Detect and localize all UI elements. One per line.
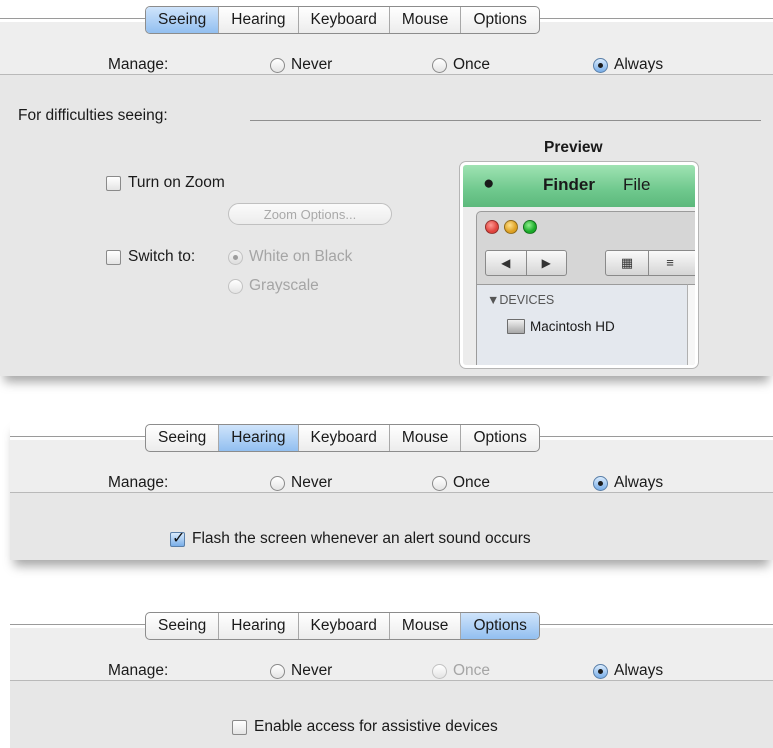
checkbox-icon (106, 249, 121, 265)
manage-label: Manage: (108, 474, 169, 491)
checkbox-icon (106, 175, 121, 191)
assistive-devices-label: Enable access for assistive devices (254, 718, 498, 735)
manage-once-radio[interactable]: Once (432, 662, 490, 680)
radio-button-icon (270, 663, 285, 679)
manage-label: Manage: (108, 56, 169, 73)
forward-icon: ▶ (525, 251, 567, 275)
traffic-lights (485, 220, 537, 234)
preview-title: Preview (544, 139, 603, 156)
grayscale-radio[interactable]: Grayscale (228, 277, 319, 295)
radio-button-selected-icon (228, 249, 243, 265)
grayscale-label: Grayscale (249, 277, 319, 294)
manage-never-label: Never (291, 474, 333, 491)
radio-button-selected-icon (593, 57, 608, 73)
tab-options[interactable]: Options (460, 613, 539, 639)
tab-bar: Seeing Hearing Keyboard Mouse Options (145, 6, 540, 34)
radio-button-icon (432, 663, 447, 679)
checkbox-icon (232, 719, 247, 735)
turn-on-zoom-label: Turn on Zoom (128, 174, 225, 191)
manage-always-radio[interactable]: Always (593, 474, 663, 492)
zoom-icon (523, 220, 537, 234)
radio-button-selected-icon (593, 663, 608, 679)
white-on-black-radio[interactable]: White on Black (228, 248, 352, 266)
radio-button-icon (432, 475, 447, 491)
minimize-icon (504, 220, 518, 234)
manage-never-label: Never (291, 662, 333, 679)
tab-seeing[interactable]: Seeing (146, 7, 219, 33)
hard-drive-icon (507, 319, 525, 334)
tab-seeing[interactable]: Seeing (146, 613, 218, 639)
flash-screen-checkbox[interactable]: Flash the screen whenever an alert sound… (170, 528, 531, 548)
options-panel: Seeing Hearing Keyboard Mouse Options Ma… (10, 606, 773, 748)
manage-always-label: Always (614, 662, 664, 679)
tab-bar: Seeing Hearing Keyboard Mouse Options (145, 424, 540, 452)
macintosh-hd-item: Macintosh HD (507, 319, 615, 334)
turn-on-zoom-checkbox[interactable]: Turn on Zoom (106, 174, 225, 192)
back-icon: ◀ (501, 256, 511, 270)
icon-view-icon: ▦ (620, 255, 634, 270)
manage-once-radio[interactable]: Once (432, 56, 490, 74)
assistive-devices-checkbox[interactable]: Enable access for assistive devices (232, 718, 498, 736)
hearing-body: Flash the screen whenever an alert sound… (10, 493, 773, 560)
manage-always-radio[interactable]: Always (593, 56, 663, 74)
back-forward-buttons: ◀ ▶ (485, 250, 567, 276)
tab-keyboard[interactable]: Keyboard (297, 7, 389, 33)
switch-to-checkbox[interactable]: Switch to: (106, 248, 195, 266)
radio-button-icon (270, 475, 285, 491)
radio-button-icon (270, 57, 285, 73)
view-buttons: ▦ ≡ (605, 250, 695, 276)
tab-mouse[interactable]: Mouse (388, 613, 461, 639)
manage-never-radio[interactable]: Never (270, 56, 332, 74)
checkbox-checked-icon (170, 528, 185, 548)
apple-icon: ● (483, 173, 495, 194)
preview-sidebar: ▼DEVICES Macintosh HD (477, 284, 687, 365)
devices-header: ▼DEVICES (487, 293, 555, 307)
heading-divider (250, 120, 761, 121)
switch-to-label: Switch to: (128, 248, 196, 265)
manage-never-label: Never (291, 56, 333, 73)
manage-once-label: Once (453, 474, 491, 491)
zoom-options-button[interactable]: Zoom Options... (228, 203, 392, 225)
white-on-black-label: White on Black (249, 248, 353, 265)
seeing-heading: For difficulties seeing: (18, 107, 168, 124)
tab-keyboard[interactable]: Keyboard (297, 613, 389, 639)
preview-finder-window: ◀ ▶ ▦ ≡ ▼DEVICES Macintosh HD (476, 211, 695, 365)
close-icon (485, 220, 499, 234)
tab-hearing[interactable]: Hearing (218, 425, 298, 451)
manage-label: Manage: (108, 662, 169, 679)
tab-hearing[interactable]: Hearing (218, 7, 297, 33)
radio-button-selected-icon (593, 475, 608, 491)
tab-keyboard[interactable]: Keyboard (297, 425, 389, 451)
preview-app-menu: Finder (543, 175, 595, 194)
radio-button-icon (432, 57, 447, 73)
devices-label: DEVICES (499, 293, 555, 307)
seeing-panel: Seeing Hearing Keyboard Mouse Options Ma… (0, 0, 773, 376)
tab-mouse[interactable]: Mouse (388, 7, 461, 33)
manage-once-radio[interactable]: Once (432, 474, 490, 492)
tab-options[interactable]: Options (460, 7, 538, 33)
preview-image: ● Finder File ◀ ▶ ▦ ≡ ▼DEVICES Macintosh… (460, 162, 698, 368)
tab-seeing[interactable]: Seeing (146, 425, 218, 451)
manage-always-label: Always (614, 474, 664, 491)
tab-bar: Seeing Hearing Keyboard Mouse Options (145, 612, 540, 640)
manage-once-label: Once (453, 56, 491, 73)
preview-file-menu: File (623, 175, 651, 194)
tab-options[interactable]: Options (460, 425, 538, 451)
manage-never-radio[interactable]: Never (270, 662, 332, 680)
tab-mouse[interactable]: Mouse (388, 425, 461, 451)
preview-scrollbar (687, 284, 695, 365)
manage-once-label: Once (453, 662, 491, 679)
flash-screen-label: Flash the screen whenever an alert sound… (192, 530, 531, 547)
radio-button-icon (228, 278, 243, 294)
manage-always-label: Always (614, 56, 664, 73)
manage-never-radio[interactable]: Never (270, 474, 332, 492)
preview-menu-bar: ● Finder File (463, 165, 695, 207)
hearing-panel: Seeing Hearing Keyboard Mouse Options Ma… (10, 418, 773, 560)
macintosh-hd-label: Macintosh HD (530, 319, 615, 334)
manage-always-radio[interactable]: Always (593, 662, 663, 680)
options-body: Enable access for assistive devices (10, 681, 773, 748)
list-view-icon: ≡ (648, 251, 691, 275)
tab-hearing[interactable]: Hearing (218, 613, 297, 639)
